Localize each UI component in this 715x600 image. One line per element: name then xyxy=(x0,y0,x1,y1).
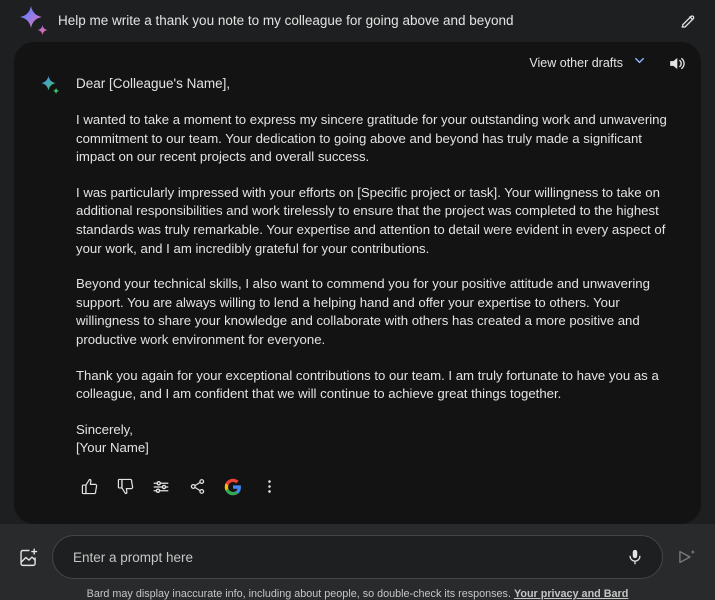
view-other-drafts-button[interactable]: View other drafts xyxy=(529,53,647,73)
bard-sparkle-icon xyxy=(18,4,52,38)
paragraph-4: Thank you again for your exceptional con… xyxy=(76,367,659,402)
paragraph-2: I was particularly impressed with your e… xyxy=(76,184,666,256)
composer-footer: Bard may display inaccurate info, includ… xyxy=(0,524,715,600)
drafts-controls: View other drafts xyxy=(529,52,687,74)
send-sparkle-icon[interactable] xyxy=(673,543,701,571)
microphone-icon[interactable] xyxy=(622,544,648,570)
user-prompt-text: Help me write a thank you note to my col… xyxy=(58,13,514,28)
prompt-header: Help me write a thank you note to my col… xyxy=(0,0,715,42)
chevron-down-icon xyxy=(632,53,647,73)
more-vert-icon[interactable] xyxy=(256,474,282,500)
thumb-up-icon[interactable] xyxy=(76,474,102,500)
pencil-edit-icon[interactable] xyxy=(675,8,701,34)
response-paragraphs: I wanted to take a moment to express my … xyxy=(40,111,675,458)
google-g-icon[interactable] xyxy=(220,474,246,500)
share-icon[interactable] xyxy=(184,474,210,500)
privacy-link[interactable]: Your privacy and Bard xyxy=(514,588,628,600)
bard-sparkle-icon xyxy=(40,75,62,97)
volume-speaker-icon[interactable] xyxy=(665,52,687,74)
search-input[interactable] xyxy=(73,549,622,565)
thumb-down-icon[interactable] xyxy=(112,474,138,500)
signature-text: [Your Name] xyxy=(76,440,149,456)
response-action-bar xyxy=(40,458,675,500)
disclaimer-text: Bard may display inaccurate info, includ… xyxy=(86,588,511,600)
response-greeting-row: Dear [Colleague's Name], xyxy=(40,74,675,97)
prompt-input-pill[interactable] xyxy=(52,535,663,579)
response-card-wrapper: View other drafts Dear [Colleague's Name… xyxy=(0,42,715,524)
composer-row xyxy=(0,535,715,579)
response-body: Dear [Colleague's Name], I wanted to tak… xyxy=(14,42,701,500)
view-other-drafts-label: View other drafts xyxy=(529,56,623,70)
paragraph-3: Beyond your technical skills, I also wan… xyxy=(76,276,650,347)
tune-sliders-icon[interactable] xyxy=(148,474,174,500)
disclaimer: Bard may display inaccurate info, includ… xyxy=(87,588,629,600)
response-card: View other drafts Dear [Colleague's Name… xyxy=(14,42,701,524)
greeting-text: Dear [Colleague's Name], xyxy=(76,76,231,91)
paragraph-1: I wanted to take a moment to express my … xyxy=(76,112,667,165)
signoff-text: Sincerely, xyxy=(76,421,133,437)
bard-chat-app: Help me write a thank you note to my col… xyxy=(0,0,715,600)
add-image-icon[interactable] xyxy=(14,543,42,571)
